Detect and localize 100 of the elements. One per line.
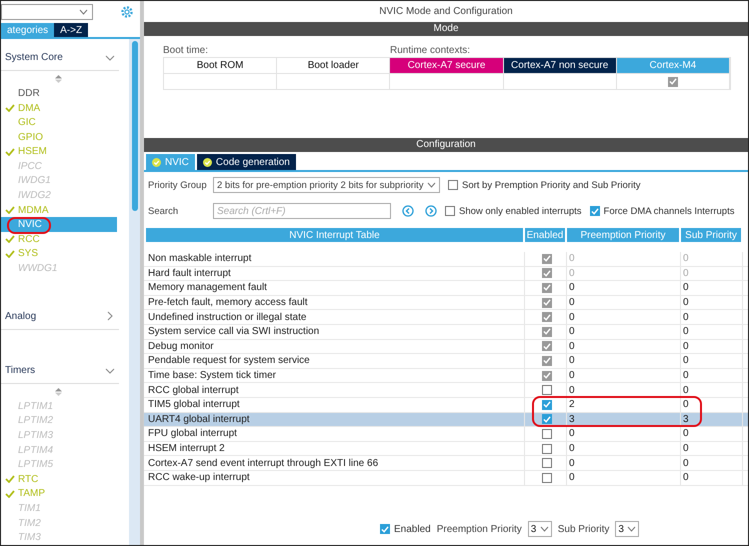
search-field[interactable]: Search (Crtl+F) (213, 203, 391, 219)
column-header: Cortex-A7 secure (390, 58, 504, 73)
caret-icon (627, 526, 636, 532)
table-cell: System service call via SWI instruction (146, 324, 525, 339)
table-cell: Pendable request for system service (146, 354, 525, 368)
table-cell: 0 (681, 296, 743, 310)
tab[interactable]: A->Z (54, 23, 88, 37)
checkbox-label[interactable]: Force DMA channels Interrupts (604, 206, 734, 216)
field-label: Sub Priority (558, 524, 610, 534)
table-cell: 0 (681, 383, 743, 397)
table-cell: 3 (681, 412, 743, 426)
table-row[interactable]: Memory management fault 0 0 (144, 281, 748, 296)
panel-title: NVIC Mode and Configuration (378, 5, 514, 19)
table-cell: 0 (567, 470, 681, 484)
sort-icon (54, 74, 62, 83)
checkbox[interactable] (448, 180, 458, 190)
column-header: Sub Priority (681, 228, 743, 242)
table-cell: HSEM interrupt 2 (146, 442, 525, 456)
table-cell: 0 (681, 470, 743, 484)
table-cell: 0 (681, 266, 743, 280)
table-row[interactable]: Pendable request for system service 0 0 (144, 354, 748, 369)
field-label: Search (148, 206, 180, 216)
table-cell: Debug monitor (146, 340, 525, 354)
checkbox[interactable] (590, 206, 600, 216)
table-row[interactable]: Pre-fetch fault, memory access fault 0 0 (144, 296, 748, 310)
column-header: Cortex-A7 non secure (504, 58, 617, 73)
table-row[interactable]: Undefined instruction or illegal state 0 0 (144, 310, 748, 325)
table-cell: 2 (567, 398, 681, 412)
section-header[interactable]: Timers (5, 365, 36, 376)
tab[interactable]: Code generation (196, 154, 296, 170)
table-cell: 0 (681, 340, 743, 354)
caret-icon (540, 526, 549, 532)
caret-icon (79, 9, 88, 15)
table-cell: 0 (681, 368, 743, 382)
table-cell: 0 (567, 266, 681, 280)
table-cell: RCC wake-up interrupt (146, 470, 525, 484)
table-row[interactable]: RCC wake-up interrupt 0 0 (144, 470, 748, 486)
table-row[interactable]: Time base: System tick timer 0 0 (144, 368, 748, 384)
label: Runtime contexts: (390, 45, 472, 57)
column-header: Cortex-M4 (616, 58, 730, 73)
checkbox-label[interactable]: Enabled (394, 524, 431, 534)
checkbox[interactable] (542, 472, 552, 483)
section-header[interactable]: Analog (5, 310, 36, 322)
priority-dropdown[interactable]: 3 (615, 521, 640, 537)
priority-dropdown[interactable]: 3 (528, 521, 552, 537)
table-cell: Pre-fetch fault, memory access fault (146, 296, 525, 310)
check-circle-icon (202, 158, 212, 166)
table-row[interactable]: Debug monitor 0 0 (144, 340, 748, 354)
table-cell: 0 (681, 310, 743, 324)
table-cell: Memory management fault (146, 281, 525, 295)
table-cell: 0 (567, 252, 681, 266)
sort-icon (54, 388, 62, 396)
category-dropdown[interactable] (1, 4, 93, 20)
table-cell: 0 (681, 324, 743, 339)
table-cell: RCC global interrupt (146, 383, 525, 397)
column-header: NVIC Interrupt Table (146, 228, 525, 242)
checkbox[interactable] (542, 400, 552, 410)
checkbox[interactable] (542, 444, 552, 454)
table-cell: 0 (567, 296, 681, 310)
table-row[interactable]: Hard fault interrupt 0 0 (144, 266, 748, 282)
checkbox[interactable] (380, 524, 390, 534)
column-header: Enabled (525, 228, 567, 242)
sidebar-item[interactable]: DDR (1, 86, 117, 101)
table-cell: 0 (681, 354, 743, 368)
table-cell: 0 (567, 281, 681, 295)
scrollbar[interactable] (129, 39, 140, 545)
caret-icon (427, 182, 436, 188)
table-cell: 0 (567, 340, 681, 354)
table-cell: 0 (567, 442, 681, 456)
table-cell: Undefined instruction or illegal state (146, 310, 525, 324)
check-circle-icon (152, 158, 161, 166)
section-header[interactable]: System Core (5, 52, 63, 64)
field-label: Priority Group (148, 180, 208, 190)
table-cell: 0 (567, 310, 681, 324)
table-row[interactable]: FPU global interrupt 0 0 (144, 427, 748, 442)
table-cell: Cortex-A7 send event interrupt through EXTI line 66 (146, 456, 525, 470)
table-cell: 0 (567, 456, 681, 470)
checkbox[interactable] (445, 206, 455, 216)
field-label: Preemption Priority (436, 524, 522, 534)
column-header: Preemption Priority (567, 228, 681, 242)
checkbox-label[interactable]: Show only enabled interrupts (459, 206, 582, 216)
table-row[interactable]: RCC global interrupt 0 0 (144, 383, 748, 398)
table-cell: 0 (567, 383, 681, 397)
section-bar: Mode (144, 22, 748, 36)
checkbox[interactable] (542, 458, 552, 468)
table-cell: 0 (681, 442, 743, 456)
priority-group-dropdown[interactable]: 2 bits for pre-emption priority 2 bits for subpriority (213, 177, 440, 193)
table-row[interactable]: System service call via SWI instruction 0 0 (144, 324, 748, 340)
table-cell: 0 (681, 398, 743, 412)
table-row[interactable]: Non maskable interrupt 0 0 (144, 252, 748, 267)
table-cell: 0 (567, 368, 681, 382)
checkbox-label[interactable]: Sort by Premption Priority and Sub Priority (462, 180, 640, 190)
checkbox[interactable] (542, 385, 552, 396)
table-cell: 0 (567, 427, 681, 441)
table-row[interactable]: Cortex-A7 send event interrupt through EXTI line 66 0 0 (144, 456, 748, 471)
table-row[interactable]: HSEM interrupt 2 0 0 (144, 442, 748, 456)
checkbox[interactable] (542, 428, 552, 439)
table-cell: 0 (681, 427, 743, 441)
checkbox[interactable] (542, 414, 552, 424)
previous-icon (402, 205, 414, 217)
